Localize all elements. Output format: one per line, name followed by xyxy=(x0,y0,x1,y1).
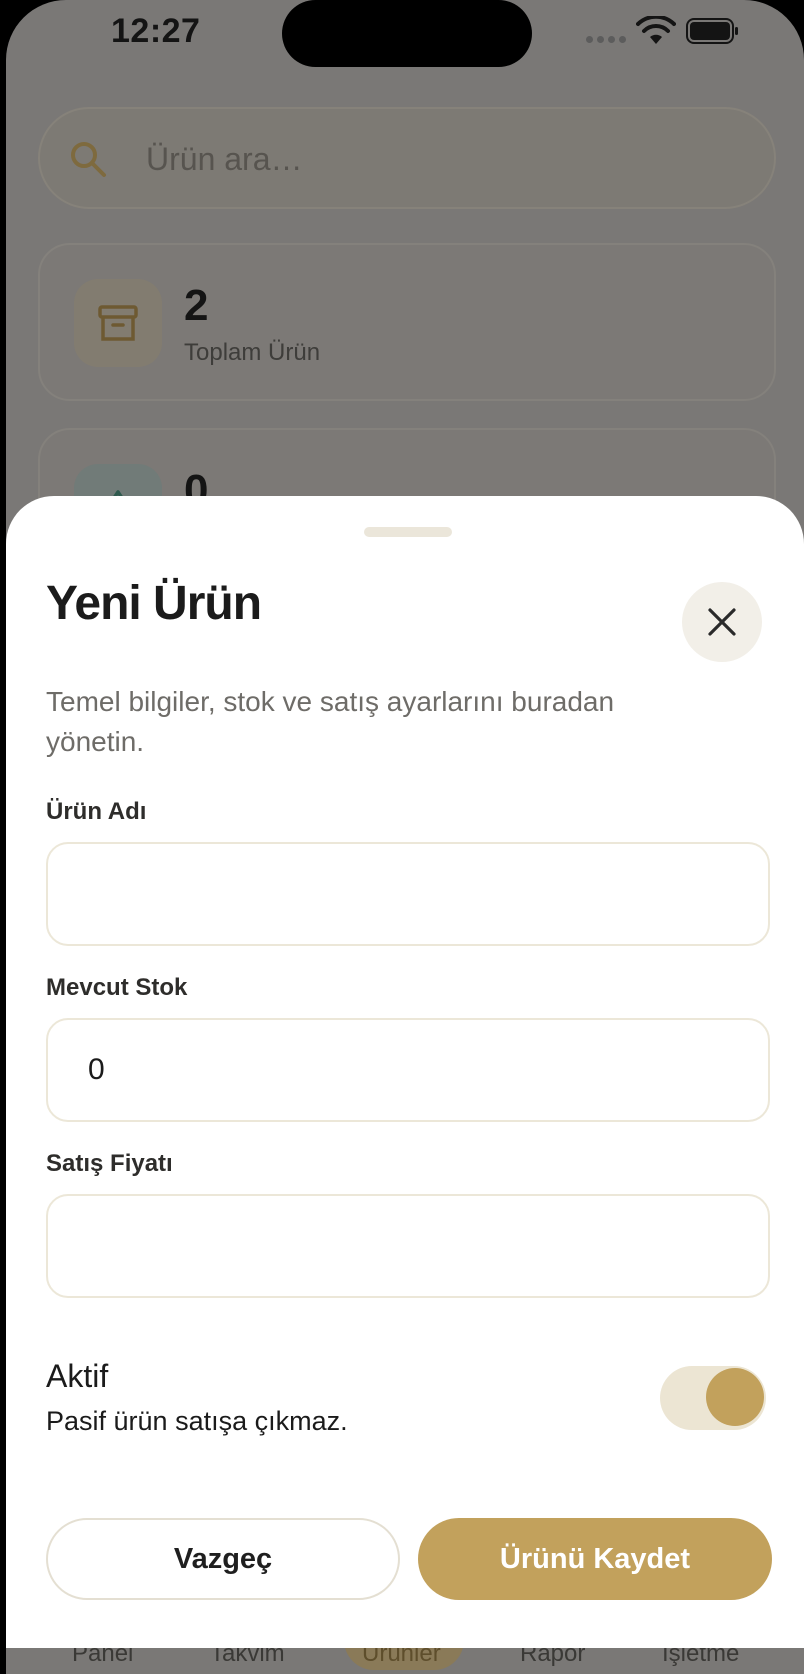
stock-label: Mevcut Stok xyxy=(46,974,188,1001)
active-toggle[interactable] xyxy=(660,1366,766,1430)
stat-icon-box xyxy=(74,279,162,367)
stat-card-total: 2 Toplam Ürün xyxy=(38,243,776,401)
price-label: Satış Fiyatı xyxy=(46,1150,173,1177)
new-product-sheet: Yeni Ürün Temel bilgiler, stok ve satış … xyxy=(6,496,804,1648)
wifi-icon xyxy=(636,16,676,44)
battery-icon xyxy=(686,18,738,44)
dynamic-island xyxy=(282,0,532,67)
sheet-description: Temel bilgiler, stok ve satış ayarlarını… xyxy=(46,686,615,757)
status-time: 12:27 xyxy=(111,12,201,50)
stock-field[interactable] xyxy=(46,1018,770,1122)
product-name-label: Ürün Adı xyxy=(46,798,147,825)
close-icon xyxy=(708,608,736,636)
stat-label: Toplam Ürün xyxy=(184,339,321,366)
sheet-title: Yeni Ürün xyxy=(46,577,262,630)
archive-icon xyxy=(98,305,138,341)
cancel-button[interactable]: Vazgeç xyxy=(46,1518,400,1600)
sheet-grabber[interactable] xyxy=(364,527,452,537)
stat-value: 2 xyxy=(184,281,209,330)
toggle-knob xyxy=(706,1368,764,1426)
active-title: Aktif xyxy=(46,1358,109,1394)
status-bar: 12:27 xyxy=(6,0,804,70)
price-field[interactable] xyxy=(46,1194,770,1298)
close-button[interactable] xyxy=(682,582,762,662)
search-placeholder: Ürün ara… xyxy=(146,141,303,177)
cellular-signal-icon xyxy=(586,36,626,43)
search-icon xyxy=(71,142,106,177)
save-product-button[interactable]: Ürünü Kaydet xyxy=(418,1518,772,1600)
search-bar[interactable]: Ürün ara… xyxy=(38,107,776,209)
product-name-field[interactable] xyxy=(46,842,770,946)
active-subtitle: Pasif ürün satışa çıkmaz. xyxy=(46,1406,348,1436)
